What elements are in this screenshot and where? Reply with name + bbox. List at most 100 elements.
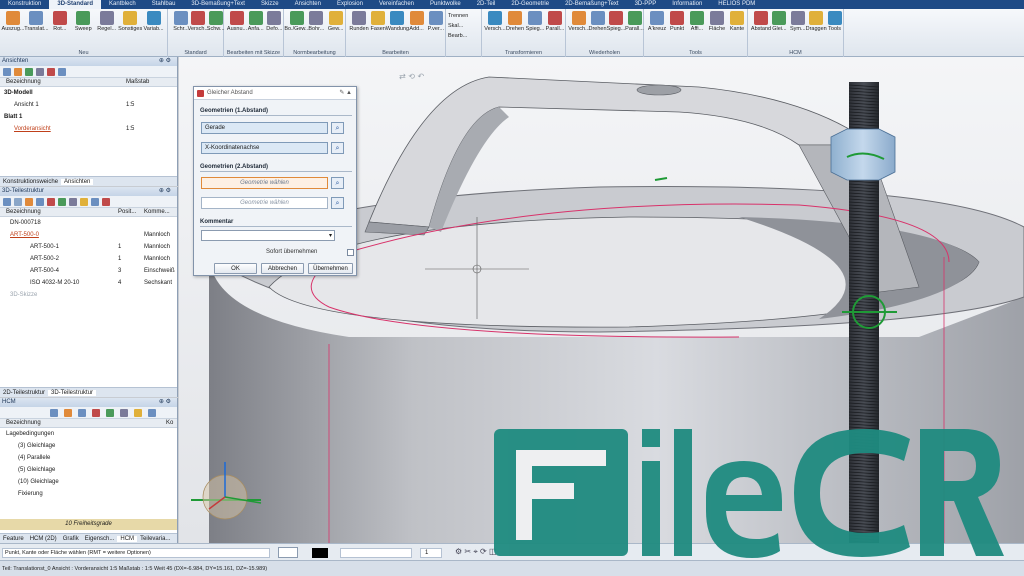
col-header-position[interactable]: Posit... <box>118 208 136 217</box>
menu-tab[interactable]: 3D-Standard <box>49 0 102 9</box>
tab-ansichten[interactable]: Ansichten <box>61 179 94 185</box>
hcm-row[interactable]: (3) Gleichlage <box>0 440 177 452</box>
hcm-tool-icon[interactable] <box>148 409 156 417</box>
menu-tab[interactable]: 2D-Teil <box>469 0 504 9</box>
view-tool-icon[interactable] <box>3 68 11 76</box>
view-tool-icon[interactable] <box>36 68 44 76</box>
part-tool-icon[interactable] <box>58 198 66 206</box>
part-row[interactable]: ART-500-0 Mannloch <box>0 229 177 241</box>
menu-tab[interactable]: Ansichten <box>287 0 329 9</box>
line-width-select[interactable]: 1 <box>420 548 442 558</box>
part-tool-icon[interactable] <box>102 198 110 206</box>
view-tool-icon[interactable] <box>14 68 22 76</box>
hcm-row[interactable]: (10) Gleichlage <box>0 476 177 488</box>
menu-tab[interactable]: 2D-Geometrie <box>503 0 557 9</box>
linetype-select[interactable] <box>340 548 412 558</box>
part-tool-icon[interactable] <box>36 198 44 206</box>
hcm-tool-icon[interactable] <box>120 409 128 417</box>
col-header-name[interactable]: Bezeichnung <box>6 78 41 87</box>
part-row[interactable]: 3D-Skizze <box>0 289 177 301</box>
pin-icon[interactable]: ⊕ ⚙ <box>159 187 171 196</box>
ribbon-button[interactable]: Sonstiges <box>118 11 142 32</box>
hcm-tool-icon[interactable] <box>106 409 114 417</box>
tree-row[interactable]: Ansicht 1 1:5 <box>0 99 177 111</box>
ribbon-button[interactable]: Auszug... <box>2 11 24 32</box>
ribbon-button[interactable]: P.ver... <box>425 11 447 32</box>
view-tool-icon[interactable] <box>58 68 66 76</box>
section-geometries-2[interactable]: Geometrien (2.Abstand) <box>200 163 352 172</box>
ribbon-button[interactable]: Defo... <box>263 11 285 32</box>
ribbon-button[interactable]: Translat... <box>24 11 49 32</box>
hcm-tool-icon[interactable] <box>92 409 100 417</box>
part-row[interactable]: DN-000718 <box>0 217 177 229</box>
part-row[interactable]: ART-500-1 1 Mannloch <box>0 241 177 253</box>
part-tool-icon[interactable] <box>69 198 77 206</box>
section-geometries-1[interactable]: Geometrien (1.Abstand) <box>200 107 352 116</box>
hcm-row[interactable]: (5) Gleichlage <box>0 464 177 476</box>
hcm-row[interactable]: Lagebedingungen <box>0 428 177 440</box>
ribbon-button[interactable]: Rot... <box>49 11 71 32</box>
color-swatch[interactable] <box>312 548 328 558</box>
menu-tab[interactable]: 3D-Bemaßung+Text <box>183 0 253 9</box>
part-tool-icon[interactable] <box>80 198 88 206</box>
part-tool-icon[interactable] <box>25 198 33 206</box>
menu-tab[interactable]: Punktwolke <box>422 0 469 9</box>
ribbon-button[interactable]: Parall... <box>544 11 566 32</box>
hcm-row[interactable]: (4) Parallele <box>0 452 177 464</box>
hcm-panel-tab[interactable]: Grafik <box>60 536 82 542</box>
col-header-scale[interactable]: Maßstab <box>126 78 149 87</box>
layer-picker[interactable] <box>278 547 298 558</box>
hcm-tool-icon[interactable] <box>78 409 86 417</box>
hcm-panel-tab[interactable]: HCM (2D) <box>27 536 60 542</box>
hcm-tool-icon[interactable] <box>134 409 142 417</box>
ribbon-button[interactable]: Sweep <box>72 11 94 32</box>
tab-konstruktionsweiche[interactable]: Konstruktionsweiche <box>0 179 61 185</box>
ribbon-button[interactable]: Regel... <box>96 11 118 32</box>
dialog-pin-icon[interactable]: ✎ ▲ <box>339 87 352 100</box>
ok-button[interactable]: OK <box>214 263 257 274</box>
tree-row[interactable]: Vorderansicht 1:5 <box>0 123 177 135</box>
geometry-4-field[interactable]: Geometrie wählen <box>201 197 328 209</box>
tree-row[interactable]: 3D-Modell <box>0 87 177 99</box>
col-header-name[interactable]: Bezeichnung <box>6 419 41 428</box>
col-header-comment[interactable]: Komme... <box>144 208 170 217</box>
tab-2d-teilestruktur[interactable]: 2D-Teilestruktur <box>0 390 48 396</box>
col-header-ko[interactable]: Ko <box>166 419 173 428</box>
view-tool-icon[interactable] <box>25 68 33 76</box>
geometry-3-field[interactable]: Geometrie wählen <box>201 177 328 189</box>
menu-tab[interactable]: 2D-Bemaßung+Text <box>557 0 627 9</box>
col-header-name[interactable]: Bezeichnung <box>6 208 41 217</box>
instant-apply-checkbox[interactable] <box>347 249 354 256</box>
menu-tab[interactable]: 3D-PPP <box>627 0 665 9</box>
hcm-row[interactable]: Fixierung <box>0 488 177 500</box>
menu-tab[interactable]: Vereinfachen <box>371 0 422 9</box>
hcm-panel-tab[interactable]: Teilevaria... <box>137 536 173 542</box>
ribbon-small-button[interactable]: Bearb... <box>448 33 467 39</box>
part-tool-icon[interactable] <box>47 198 55 206</box>
toolstrip-icons[interactable]: ⚙ ✂ ⌖ ⟳ ◫ <box>455 547 497 557</box>
menu-tab[interactable]: Skizze <box>253 0 287 9</box>
ribbon-button[interactable]: Parall... <box>624 11 646 32</box>
cancel-button[interactable]: Abbrechen <box>261 263 304 274</box>
ribbon-button[interactable]: Kante <box>726 11 748 32</box>
prompt-field[interactable]: Punkt, Kante oder Fläche wählen (RMT = w… <box>2 548 270 558</box>
geometry-1-field[interactable]: Gerade <box>201 122 328 134</box>
menu-tab[interactable]: Stahlbau <box>144 0 184 9</box>
menu-tab[interactable]: Konstruktion <box>0 0 49 9</box>
ribbon-button[interactable]: Variab... <box>143 11 165 32</box>
part-tool-icon[interactable] <box>91 198 99 206</box>
section-comment[interactable]: Kommentar <box>200 218 352 227</box>
ribbon-button[interactable]: Tools <box>824 11 846 32</box>
part-tool-icon[interactable] <box>14 198 22 206</box>
pick-geometry-1-button[interactable]: ⌕ <box>331 122 344 134</box>
menu-tab[interactable]: Explosion <box>329 0 371 9</box>
tree-row[interactable]: Blatt 1 <box>0 111 177 123</box>
pick-geometry-2-button[interactable]: ⌕ <box>331 142 344 154</box>
apply-button[interactable]: Übernehmen <box>308 263 353 274</box>
ribbon-small-button[interactable]: Skal... <box>448 23 463 29</box>
part-row[interactable]: ART-500-2 1 Mannloch <box>0 253 177 265</box>
pick-geometry-4-button[interactable]: ⌕ <box>331 197 344 209</box>
hcm-panel-tab[interactable]: Feature <box>0 536 27 542</box>
comment-dropdown[interactable]: ▾ <box>201 230 335 241</box>
tab-3d-teilestruktur[interactable]: 3D-Teilestruktur <box>48 390 97 396</box>
